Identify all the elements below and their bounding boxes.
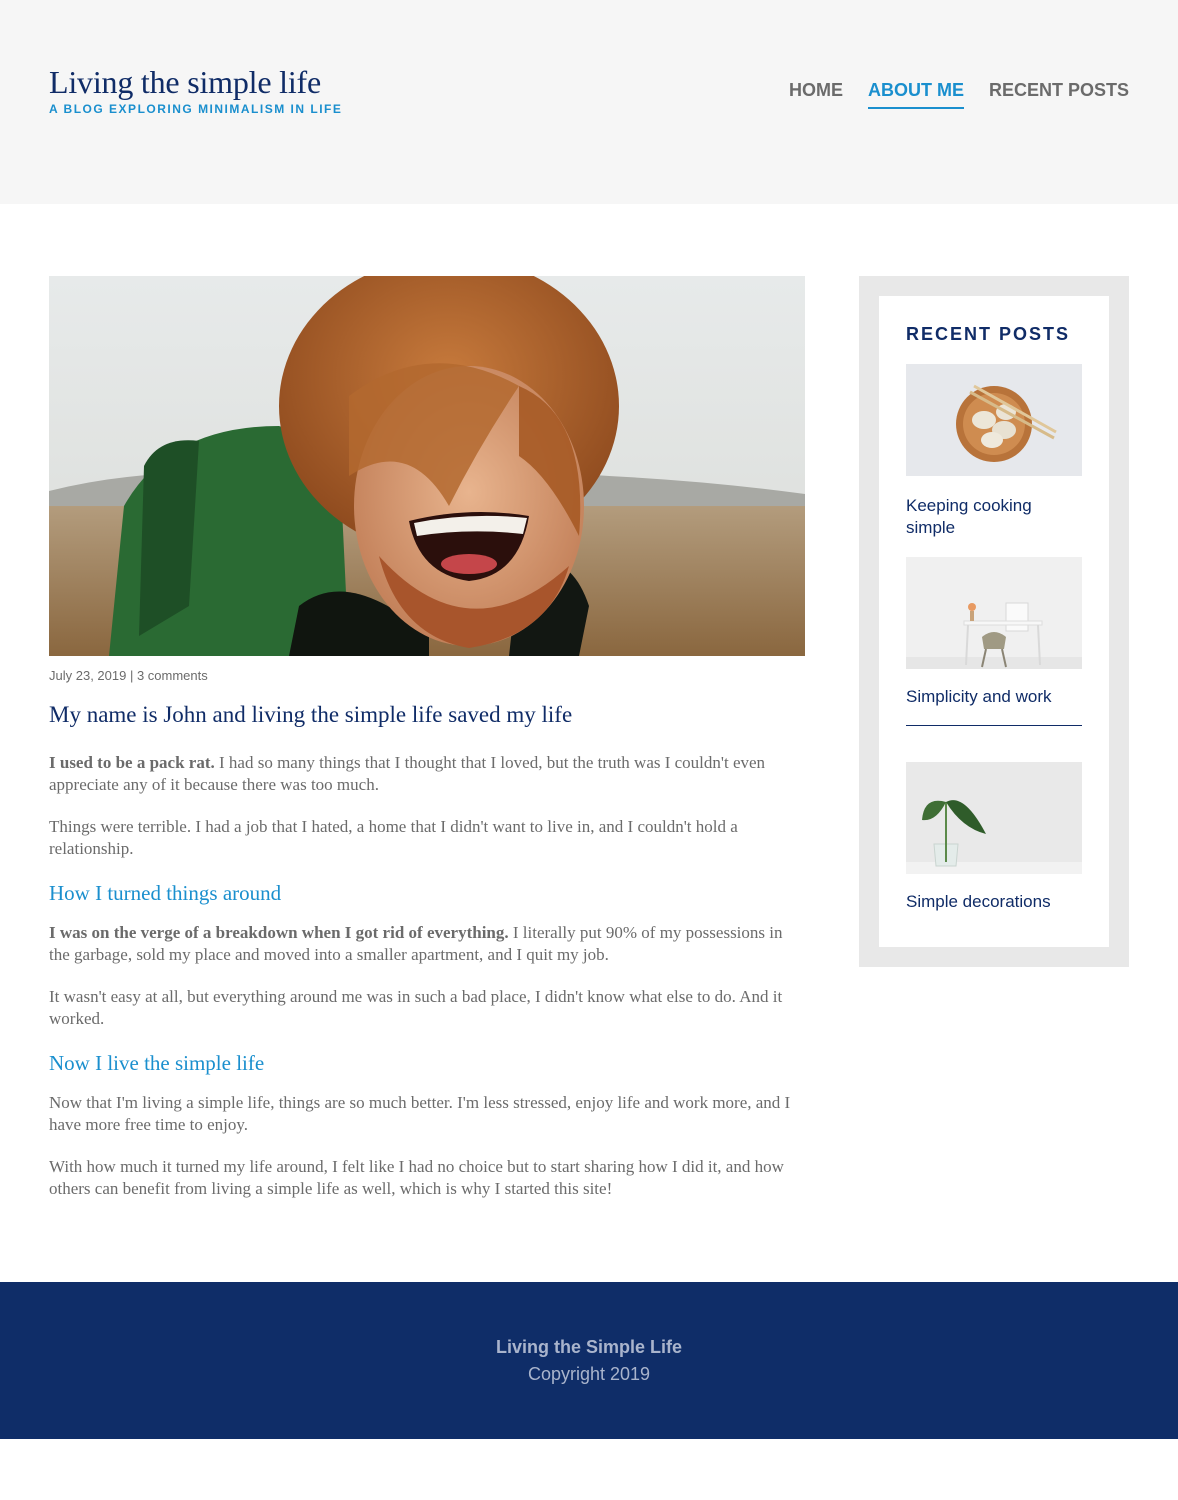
main-content: July 23, 2019 | 3 comments My name is Jo…: [49, 276, 805, 1200]
site-header: Living the simple life A BLOG EXPLORING …: [0, 0, 1178, 204]
meta-separator: |: [126, 668, 137, 683]
paragraph-3-bold: I was on the verge of a breakdown when I…: [49, 923, 509, 942]
nav-home[interactable]: HOME: [789, 78, 843, 109]
paragraph-6: With how much it turned my life around, …: [49, 1157, 784, 1198]
recent-posts-widget: RECENT POSTS Keeping cooking simple Simp…: [879, 296, 1109, 947]
dumplings-image: [906, 364, 1082, 476]
main-nav: HOME ABOUT ME RECENT POSTS: [789, 78, 1129, 109]
paragraph-3: I was on the verge of a breakdown when I…: [49, 922, 805, 966]
recent-posts-heading: RECENT POSTS: [906, 324, 1071, 344]
comments-link[interactable]: 3 comments: [137, 668, 208, 683]
site-title[interactable]: Living the simple life: [49, 64, 342, 100]
desk-image: [906, 557, 1082, 669]
footer-title: Living the Simple Life: [495, 1337, 683, 1357]
recent-post-work-label[interactable]: Simplicity and work: [906, 686, 1082, 708]
site-footer: Living the Simple Life Copyright 2019: [0, 1282, 1178, 1439]
sidebar: RECENT POSTS Keeping cooking simple Simp…: [859, 276, 1129, 967]
paragraph-5: Now that I'm living a simple life, thing…: [49, 1093, 791, 1134]
plant-thumbnail[interactable]: [906, 762, 1082, 874]
paragraph-1: I used to be a pack rat. I had so many t…: [49, 752, 805, 796]
brand[interactable]: Living the simple life A BLOG EXPLORING …: [49, 64, 342, 116]
plant-image: [906, 762, 1082, 874]
recent-post-decorations[interactable]: Simple decorations: [906, 762, 1082, 913]
hero-image: [49, 276, 805, 656]
post-body: I used to be a pack rat. I had so many t…: [49, 752, 805, 1200]
recent-post-work[interactable]: Simplicity and work: [906, 557, 1082, 708]
footer-copyright: Copyright 2019: [527, 1364, 651, 1384]
subheading-simple-life: Now I live the simple life: [49, 1051, 265, 1075]
subheading-turned-things-around: How I turned things around: [49, 881, 282, 905]
recent-post-decorations-label[interactable]: Simple decorations: [906, 891, 1082, 913]
paragraph-4: It wasn't easy at all, but everything ar…: [49, 987, 783, 1028]
desk-thumbnail[interactable]: [906, 557, 1082, 669]
recent-post-cooking-label[interactable]: Keeping cooking simple: [906, 495, 1082, 539]
post-meta: July 23, 2019 | 3 comments: [49, 668, 805, 684]
hero-photo-illustration: [49, 276, 805, 656]
nav-about-me[interactable]: ABOUT ME: [867, 78, 964, 109]
dumplings-thumbnail[interactable]: [906, 364, 1082, 476]
nav-recent-posts[interactable]: RECENT POSTS: [989, 78, 1129, 109]
paragraph-2: Things were terrible. I had a job that I…: [49, 817, 738, 858]
sidebar-divider: [906, 725, 1082, 726]
recent-post-cooking[interactable]: Keeping cooking simple: [906, 364, 1082, 539]
post-date: July 23, 2019: [49, 668, 127, 683]
post-title: My name is John and living the simple li…: [49, 702, 573, 727]
paragraph-1-bold: I used to be a pack rat.: [49, 753, 215, 772]
site-tagline: A BLOG EXPLORING MINIMALISM IN LIFE: [49, 102, 343, 116]
